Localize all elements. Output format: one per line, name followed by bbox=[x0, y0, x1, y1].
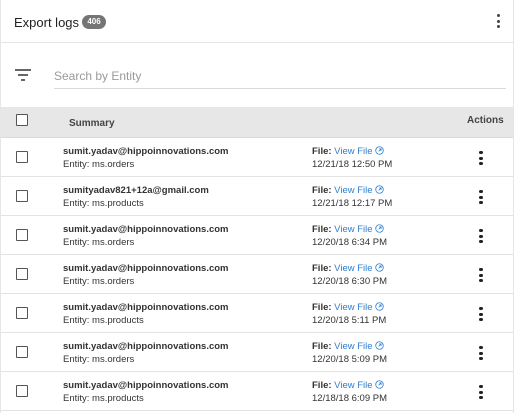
table-row: sumit.yadav@hippoinnovations.com Entity:… bbox=[1, 255, 513, 294]
row-checkbox[interactable] bbox=[16, 190, 28, 202]
table-row: sumityadav821+12a@gmail.com Entity: ms.p… bbox=[1, 177, 513, 216]
external-link-icon bbox=[374, 341, 384, 350]
count-badge: 406 bbox=[82, 15, 106, 29]
row-checkbox[interactable] bbox=[16, 151, 28, 163]
row-date: 12/20/18 5:11 PM bbox=[312, 315, 387, 326]
row-user-email: sumit.yadav@hippoinnovations.com bbox=[63, 341, 229, 352]
row-entity: Entity: ms.products bbox=[63, 393, 144, 404]
row-date: 12/21/18 12:50 PM bbox=[312, 159, 393, 170]
file-label: File: bbox=[312, 302, 332, 313]
row-date: 12/20/18 6:34 PM bbox=[312, 237, 387, 248]
column-header-summary: Summary bbox=[69, 118, 115, 129]
row-file: File: View File bbox=[312, 185, 384, 196]
row-file: File: View File bbox=[312, 224, 384, 235]
row-entity: Entity: ms.orders bbox=[63, 354, 135, 365]
row-file: File: View File bbox=[312, 341, 384, 352]
select-all-checkbox[interactable] bbox=[16, 114, 28, 126]
row-more-icon[interactable] bbox=[473, 227, 489, 245]
row-checkbox[interactable] bbox=[16, 346, 28, 358]
filter-icon[interactable] bbox=[15, 69, 31, 81]
file-label: File: bbox=[312, 380, 332, 391]
row-more-icon[interactable] bbox=[473, 383, 489, 401]
row-entity: Entity: ms.products bbox=[63, 198, 144, 209]
search-input[interactable] bbox=[54, 63, 506, 89]
table-row: sumit.yadav@hippoinnovations.com Entity:… bbox=[1, 333, 513, 372]
row-file: File: View File bbox=[312, 146, 384, 157]
row-user-email: sumit.yadav@hippoinnovations.com bbox=[63, 380, 229, 391]
row-entity: Entity: ms.orders bbox=[63, 237, 135, 248]
row-entity: Entity: ms.orders bbox=[63, 159, 135, 170]
table-header: Summary Actions bbox=[1, 107, 513, 138]
table-row: sumit.yadav@hippoinnovations.com Entity:… bbox=[1, 138, 513, 177]
external-link-icon bbox=[374, 380, 384, 389]
row-date: 12/20/18 6:30 PM bbox=[312, 276, 387, 287]
view-file-link[interactable]: View File bbox=[334, 380, 372, 391]
row-checkbox[interactable] bbox=[16, 268, 28, 280]
row-checkbox[interactable] bbox=[16, 385, 28, 397]
file-label: File: bbox=[312, 185, 332, 196]
header-more-icon[interactable] bbox=[490, 12, 506, 30]
view-file-link[interactable]: View File bbox=[334, 185, 372, 196]
row-file: File: View File bbox=[312, 380, 384, 391]
row-file: File: View File bbox=[312, 263, 384, 274]
row-more-icon[interactable] bbox=[473, 266, 489, 284]
row-more-icon[interactable] bbox=[473, 305, 489, 323]
external-link-icon bbox=[374, 224, 384, 233]
view-file-link[interactable]: View File bbox=[334, 263, 372, 274]
panel-header: Export logs 406 bbox=[1, 0, 513, 43]
row-more-icon[interactable] bbox=[473, 188, 489, 206]
page-title: Export logs bbox=[14, 15, 80, 30]
view-file-link[interactable]: View File bbox=[334, 224, 372, 235]
file-label: File: bbox=[312, 263, 332, 274]
table-row: sumit.yadav@hippoinnovations.com Entity:… bbox=[1, 294, 513, 333]
row-checkbox[interactable] bbox=[16, 307, 28, 319]
row-date: 12/20/18 5:09 PM bbox=[312, 354, 387, 365]
file-label: File: bbox=[312, 341, 332, 352]
file-label: File: bbox=[312, 146, 332, 157]
search-bar bbox=[1, 43, 513, 107]
row-date: 12/21/18 12:17 PM bbox=[312, 198, 393, 209]
external-link-icon bbox=[374, 302, 384, 311]
row-checkbox[interactable] bbox=[16, 229, 28, 241]
row-entity: Entity: ms.products bbox=[63, 315, 144, 326]
row-entity: Entity: ms.orders bbox=[63, 276, 135, 287]
row-user-email: sumit.yadav@hippoinnovations.com bbox=[63, 263, 229, 274]
row-more-icon[interactable] bbox=[473, 149, 489, 167]
export-logs-panel: Export logs 406 Summary Actions sumit.ya… bbox=[0, 0, 514, 413]
row-user-email: sumit.yadav@hippoinnovations.com bbox=[63, 224, 229, 235]
external-link-icon bbox=[374, 146, 384, 155]
row-date: 12/18/18 6:09 PM bbox=[312, 393, 387, 404]
row-user-email: sumit.yadav@hippoinnovations.com bbox=[63, 146, 229, 157]
external-link-icon bbox=[374, 185, 384, 194]
row-user-email: sumityadav821+12a@gmail.com bbox=[63, 185, 209, 196]
file-label: File: bbox=[312, 224, 332, 235]
row-more-icon[interactable] bbox=[473, 344, 489, 362]
column-header-actions: Actions bbox=[467, 115, 504, 126]
row-user-email: sumit.yadav@hippoinnovations.com bbox=[63, 302, 229, 313]
row-file: File: View File bbox=[312, 302, 384, 313]
view-file-link[interactable]: View File bbox=[334, 341, 372, 352]
table-row: sumit.yadav@hippoinnovations.com Entity:… bbox=[1, 216, 513, 255]
view-file-link[interactable]: View File bbox=[334, 146, 372, 157]
table-body: sumit.yadav@hippoinnovations.com Entity:… bbox=[1, 138, 513, 411]
table-row: sumit.yadav@hippoinnovations.com Entity:… bbox=[1, 372, 513, 411]
view-file-link[interactable]: View File bbox=[334, 302, 372, 313]
external-link-icon bbox=[374, 263, 384, 272]
